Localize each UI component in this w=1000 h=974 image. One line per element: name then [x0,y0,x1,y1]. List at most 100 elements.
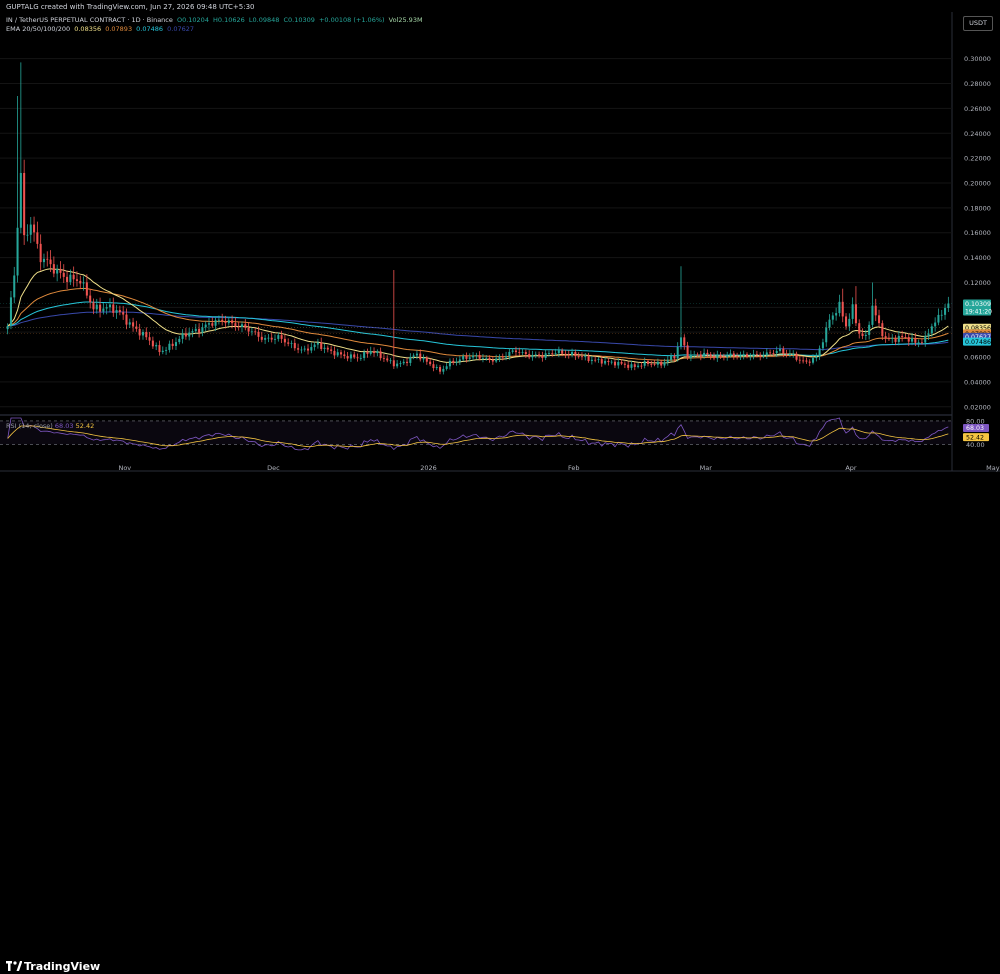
candle [23,159,26,245]
candle [881,320,884,340]
price-axis[interactable]: 0.30000 0.28000 0.26000 0.24000 0.22000 0.200… [964,55,991,449]
candle [409,353,412,366]
candle [541,351,544,362]
candle [419,349,422,362]
candle [16,95,19,283]
candle [310,342,313,354]
candle [221,313,224,326]
price-tick-label: 0.04000 [964,378,991,386]
candle [13,266,16,304]
candle [306,344,310,355]
candle [168,340,171,353]
candle [623,361,626,369]
candle [188,327,191,341]
rsi-legend: RSI (14, close) 68.03 52.42 [6,422,94,430]
candle [818,345,821,360]
candle [148,332,151,346]
candle [99,297,102,318]
candle [627,361,630,371]
candle [726,351,729,361]
candle [868,321,871,340]
candle [42,253,45,268]
candle [320,337,323,351]
candle [597,356,600,363]
candle [56,264,59,282]
candle [293,338,296,351]
candle [382,354,385,363]
candle [323,343,326,354]
candle [204,321,207,332]
candle [270,332,273,343]
rsi-value: 68.03 [54,422,74,430]
candle [135,320,138,332]
rsi-ma-value: 52.42 [75,422,95,430]
candle [207,317,211,330]
candle [297,343,300,354]
candle [514,346,517,356]
candle [455,357,458,366]
candle [59,261,62,279]
candle [712,352,716,361]
candle [706,349,709,358]
candle [448,358,451,370]
candle [373,347,376,357]
candle [544,349,547,361]
candle [66,270,69,290]
rsi-pane [0,417,952,451]
candle [122,305,125,320]
candle [402,359,405,366]
ema200-line [7,311,949,351]
candle [33,216,36,242]
candle [9,291,12,330]
candle [887,333,890,341]
candle [89,288,92,309]
candle [399,360,402,368]
time-tick-label: Nov [118,464,131,472]
candle [174,337,178,350]
price-tick-label: 0.24000 [964,130,991,138]
candle [346,352,349,362]
candle [894,335,897,346]
candle [201,322,204,337]
candle [264,334,267,344]
candle [481,354,484,363]
candle [679,266,683,350]
candle [640,362,643,369]
candle [785,349,788,358]
candle [290,340,293,349]
candle [102,303,105,315]
candle [178,335,181,345]
candle [303,345,306,352]
candle [432,360,435,372]
candle [254,328,257,336]
rsi-title[interactable]: RSI (14, close) [6,422,53,430]
candle [462,353,465,362]
candle [158,340,161,356]
candle [19,62,22,234]
candle [610,359,613,365]
candle [171,339,174,350]
candle [445,362,448,371]
candle [660,359,663,369]
candle [815,352,818,362]
candle [699,350,702,361]
candle [369,346,372,356]
candle [95,298,98,314]
price-tick-label: 0.18000 [964,204,991,212]
candle [891,333,894,344]
time-tick-label: Feb [568,464,580,472]
candle [944,304,947,320]
candle [125,308,128,330]
svg-text:0.07486: 0.07486 [965,339,991,346]
candle [825,321,828,347]
tradingview-logo[interactable]: TradingView [6,960,100,974]
candle [29,216,32,244]
candle [439,364,442,375]
ema100-line [7,301,949,357]
candle [244,319,247,331]
brand-text: TradingView [24,960,101,973]
price-tick-label: 0.02000 [964,403,991,411]
candle [759,352,762,361]
price-chart[interactable]: 0.30000 0.28000 0.26000 0.24000 0.22000 0.200… [0,0,1000,506]
candle [795,351,798,362]
